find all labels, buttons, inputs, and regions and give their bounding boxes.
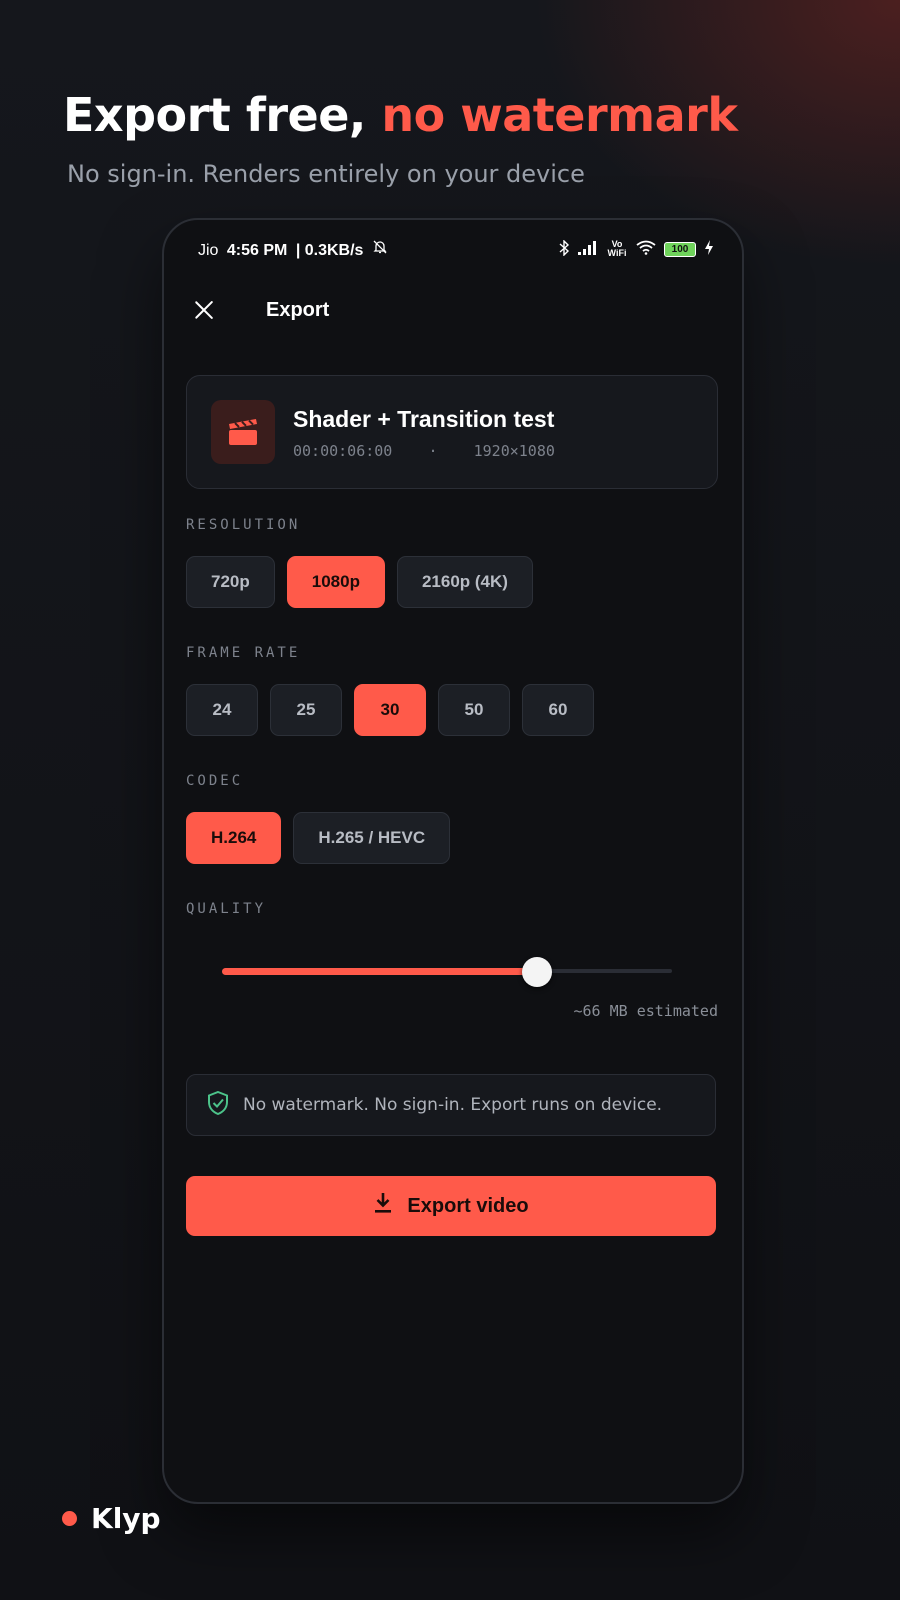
status-left: Jio 4:56 PM | 0.3KB/s <box>198 239 392 260</box>
resolution-option-2160p[interactable]: 2160p (4K) <box>396 556 533 608</box>
frame-rate-option-50[interactable]: 50 <box>438 684 510 736</box>
codec-options: H.264 H.265 / HEVC <box>186 812 451 864</box>
resolution-option-1080p[interactable]: 1080p <box>286 556 385 608</box>
codec-option-h265[interactable]: H.265 / HEVC <box>293 812 451 864</box>
headline-prefix: Export free, <box>63 88 382 142</box>
download-icon <box>373 1192 393 1220</box>
project-meta: 00:00:06:00 · 1920×1080 <box>293 442 555 460</box>
export-video-button[interactable]: Export video <box>186 1176 716 1236</box>
project-thumbnail <box>211 400 275 464</box>
close-icon[interactable] <box>192 298 216 322</box>
frame-rate-option-25[interactable]: 25 <box>270 684 342 736</box>
export-button-label: Export video <box>407 1194 529 1217</box>
shield-check-icon <box>207 1090 229 1120</box>
frame-rate-option-30[interactable]: 30 <box>354 684 426 736</box>
signal-icon <box>578 240 598 258</box>
frame-rate-label: FRAME RATE <box>186 645 301 661</box>
brand-logo: Klyp <box>62 1502 161 1535</box>
battery-indicator: 100 <box>664 241 696 257</box>
quality-slider[interactable] <box>222 957 672 988</box>
project-name: Shader + Transition test <box>293 406 555 432</box>
slider-thumb[interactable] <box>522 957 552 987</box>
vowifi-label: Vo WiFi <box>607 239 627 258</box>
frame-rate-options: 24 25 30 50 60 <box>186 684 594 736</box>
project-card: Shader + Transition test 00:00:06:00 · 1… <box>186 375 718 489</box>
bluetooth-icon <box>558 238 570 259</box>
status-bar: Jio 4:56 PM | 0.3KB/s Vo WiFi 100 <box>198 238 714 260</box>
size-estimate: ~66 MB estimated <box>573 1002 719 1020</box>
network-speed: | 0.3KB/s <box>295 241 364 259</box>
slider-fill <box>222 968 537 975</box>
frame-rate-option-24[interactable]: 24 <box>186 684 258 736</box>
resolution-options: 720p 1080p 2160p (4K) <box>186 556 533 608</box>
codec-label: CODEC <box>186 773 244 789</box>
top-bar: Export <box>192 290 714 330</box>
brand-dot <box>62 1511 77 1526</box>
phone-frame: Jio 4:56 PM | 0.3KB/s Vo WiFi 100 Export… <box>162 218 744 1504</box>
quality-label: QUALITY <box>186 901 267 917</box>
status-time: 4:56 PM <box>226 241 288 259</box>
screen-title: Export <box>266 298 330 321</box>
resolution-option-720p[interactable]: 720p <box>186 556 275 608</box>
carrier-label: Jio <box>198 241 219 259</box>
status-right: Vo WiFi 100 <box>558 238 714 259</box>
clapperboard-icon <box>229 419 257 445</box>
project-dimensions: 1920×1080 <box>473 442 555 460</box>
headline-accent: no watermark <box>381 88 738 142</box>
project-duration: 00:00:06:00 <box>293 442 393 460</box>
mute-bell-icon <box>372 240 388 259</box>
subheadline: No sign-in. Renders entirely on your dev… <box>67 160 585 188</box>
charging-icon <box>704 240 714 258</box>
wifi-icon <box>636 240 656 258</box>
codec-option-h264[interactable]: H.264 <box>186 812 282 864</box>
privacy-notice: No watermark. No sign-in. Export runs on… <box>186 1074 716 1136</box>
headline: Export free, no watermark <box>63 88 738 142</box>
meta-separator: · <box>428 442 438 460</box>
brand-name: Klyp <box>91 1502 161 1535</box>
frame-rate-option-60[interactable]: 60 <box>522 684 594 736</box>
resolution-label: RESOLUTION <box>186 517 301 533</box>
privacy-notice-text: No watermark. No sign-in. Export runs on… <box>243 1095 663 1115</box>
